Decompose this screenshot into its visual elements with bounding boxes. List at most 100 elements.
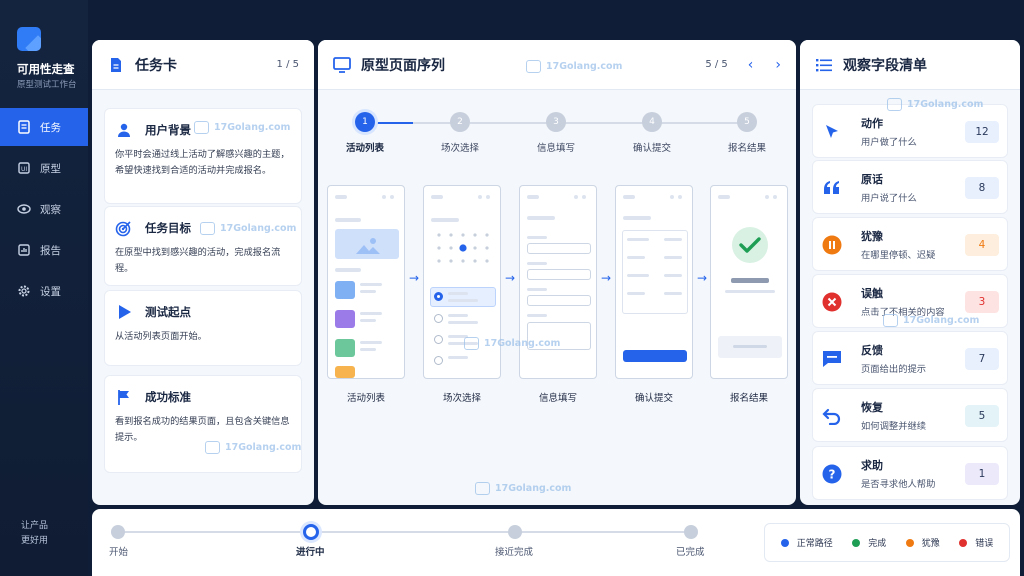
step-number: 1	[355, 112, 375, 132]
sidebar-item-report[interactable]: 报告	[0, 231, 88, 269]
screen-thumbnail-activity-list[interactable]	[327, 185, 405, 379]
arrow-right-icon: →	[409, 271, 420, 285]
screen-label: 场次选择	[442, 393, 481, 404]
legend: 正常路径 完成 犹豫 错误	[764, 523, 1010, 562]
screen-thumbnail-confirm[interactable]	[615, 185, 693, 379]
observation-desc: 是否寻求他人帮助	[861, 479, 936, 490]
step-label: 场次选择	[440, 143, 479, 154]
cursor-icon	[821, 121, 843, 143]
task-card-title: 任务目标	[145, 221, 191, 235]
task-panel: 任务卡 1 / 5 用户背景 你平时会通过线上活动了解感兴趣的主题，希望快速找到…	[92, 40, 314, 505]
observation-desc: 如何调整并继续	[861, 421, 927, 432]
watermark: 17Golang.com	[200, 222, 296, 235]
observation-title: 误触	[861, 287, 883, 300]
watermark: 17Golang.com	[526, 60, 622, 73]
prototype-icon: UI	[17, 161, 31, 175]
arrow-right-icon: →	[697, 271, 708, 285]
progress-bar: 开始 进行中 接近完成 已完成 正常路径 完成 犹豫 错误	[92, 509, 1020, 576]
sidebar-item-task[interactable]: 任务	[0, 108, 88, 146]
task-card-title: 成功标准	[145, 390, 191, 404]
calendar-grid	[437, 233, 489, 263]
chevron-left-icon[interactable]: ‹	[748, 57, 754, 73]
step-label: 确认提交	[632, 143, 671, 154]
observation-item-1[interactable]: 动作 用户做了什么 12	[812, 104, 1008, 158]
screen-label: 信息填写	[538, 393, 577, 404]
observation-title: 恢复	[861, 401, 883, 414]
observation-title: 犹豫	[861, 230, 883, 243]
target-icon	[115, 219, 133, 237]
step-3[interactable]: 3 信息填写	[516, 112, 596, 154]
step-number: 2	[450, 112, 470, 132]
observation-count: 4	[965, 234, 999, 256]
watermark: 17Golang.com	[194, 121, 290, 134]
legend-item: 正常路径	[780, 536, 833, 549]
observation-count: 1	[965, 463, 999, 485]
step-indicator: 1 活动列表 2 场次选择 3 信息填写 4 确认提交 5 报名结果	[318, 112, 796, 162]
sidebar-item-observe[interactable]: 观察	[0, 190, 88, 228]
step-label: 活动列表	[345, 143, 384, 154]
sequence-page-indicator: 5 / 5	[705, 59, 728, 70]
sidebar-item-settings[interactable]: 设置	[0, 272, 88, 310]
observation-panel-header: 观察字段清单	[800, 40, 1020, 90]
step-1[interactable]: 1 活动列表	[325, 112, 405, 154]
screen-label: 报名结果	[729, 393, 768, 404]
observation-item-2[interactable]: 原话 用户说了什么 8	[812, 160, 1008, 214]
progress-track	[118, 531, 694, 533]
svg-text:?: ?	[829, 468, 836, 482]
progress-node-done[interactable]	[684, 525, 698, 539]
observation-title: 动作	[861, 117, 883, 130]
task-card-body: 从活动列表页面开始。	[115, 331, 207, 342]
step-number: 4	[642, 112, 662, 132]
help-icon: ?	[821, 463, 843, 485]
legend-label: 完成	[868, 539, 887, 549]
step-4[interactable]: 4 确认提交	[612, 112, 692, 154]
step-5[interactable]: 5 报名结果	[707, 112, 787, 154]
report-icon	[17, 243, 31, 257]
sidebar-item-label: 设置	[40, 285, 61, 298]
arrow-right-icon: →	[601, 271, 612, 285]
sidebar-item-label: 报告	[40, 244, 61, 257]
legend-label: 正常路径	[796, 539, 833, 549]
monitor-icon	[333, 56, 351, 74]
screen-label: 活动列表	[346, 393, 385, 404]
legend-label: 犹豫	[921, 539, 940, 549]
observation-title: 反馈	[861, 344, 883, 357]
screen-thumbnail-result[interactable]	[710, 185, 788, 379]
step-2[interactable]: 2 场次选择	[420, 112, 500, 154]
watermark: 17Golang.com	[883, 314, 979, 327]
legend-item: 犹豫	[905, 536, 940, 549]
sequence-panel: 原型页面序列 5 / 5 ‹ › 1 活动列表 2 场次选择 3 信息填写 4 确认提交…	[318, 40, 796, 505]
observation-desc: 用户说了什么	[861, 193, 917, 204]
observation-item-6[interactable]: 恢复 如何调整并继续 5	[812, 388, 1008, 442]
task-panel-title: 任务卡	[135, 57, 177, 74]
arrow-right-icon: →	[505, 271, 516, 285]
observation-item-5[interactable]: 反馈页面给出的提示 7	[812, 331, 1008, 385]
observation-panel-title: 观察字段清单	[843, 57, 927, 74]
task-card-goal: 任务目标 在原型中找到感兴趣的活动，完成报名流程。	[104, 206, 302, 286]
observation-desc: 用户做了什么	[861, 137, 917, 148]
task-card-success: 成功标准 看到报名成功的结果页面，且包含关键信息提示。	[104, 375, 302, 473]
watermark: 17Golang.com	[205, 441, 301, 454]
observation-count: 7	[965, 348, 999, 370]
observation-desc: 页面给出的提示	[861, 364, 927, 375]
task-card-title: 测试起点	[145, 305, 191, 319]
observation-title: 求助	[861, 459, 883, 472]
watermark: 17Golang.com	[887, 98, 983, 111]
check-circle-icon	[732, 227, 768, 263]
sidebar-item-prototype[interactable]: UI 原型	[0, 149, 88, 187]
document-icon	[107, 56, 125, 74]
observation-item-7[interactable]: ? 求助是否寻求他人帮助 1	[812, 446, 1008, 500]
step-number: 5	[737, 112, 757, 132]
sidebar-item-label: 任务	[40, 121, 61, 134]
image-placeholder-icon	[356, 238, 380, 254]
chevron-right-icon[interactable]: ›	[775, 57, 781, 73]
progress-node-near[interactable]	[508, 525, 522, 539]
observation-count: 8	[965, 177, 999, 199]
task-card-start: 测试起点 从活动列表页面开始。	[104, 290, 302, 366]
slogan: 让产品 更好用	[21, 519, 48, 549]
sidebar-item-label: 原型	[40, 162, 61, 175]
observation-item-3[interactable]: 犹豫 在哪里停顿、迟疑 4	[812, 217, 1008, 271]
progress-node-start[interactable]	[111, 525, 125, 539]
progress-node-current[interactable]	[303, 524, 319, 540]
message-icon	[821, 348, 843, 370]
